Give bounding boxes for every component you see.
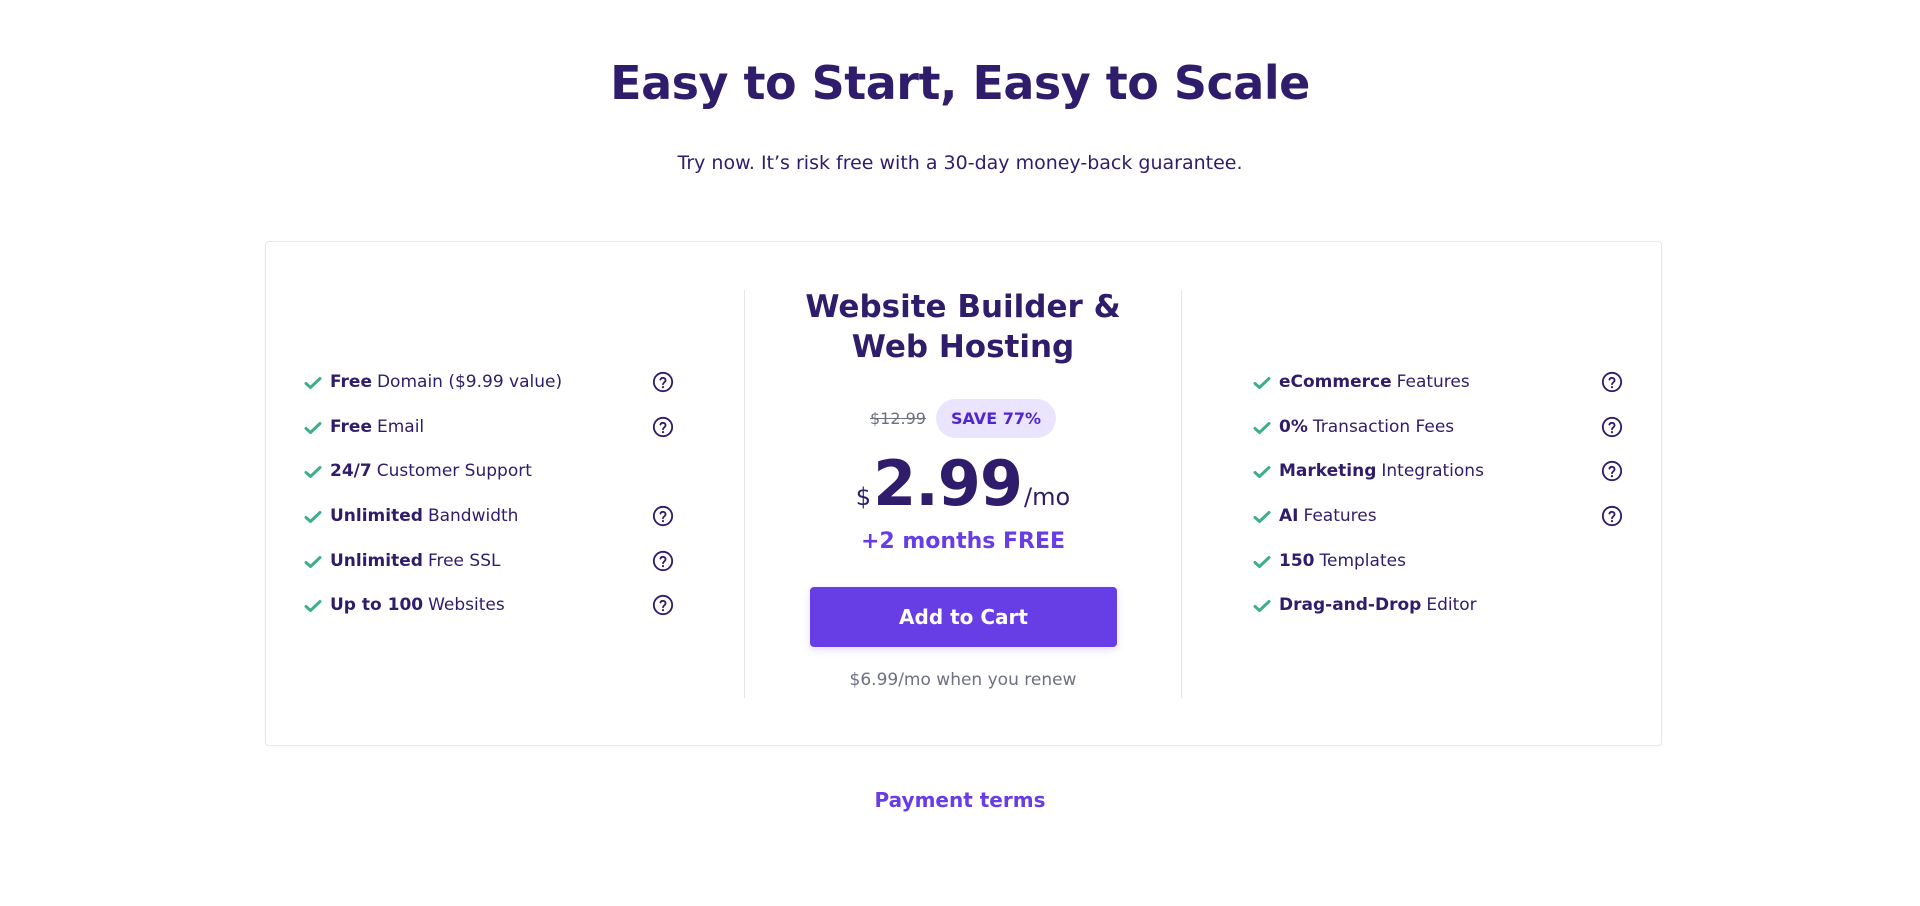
feature-text: Email	[376, 416, 425, 437]
feature-item: Free Email	[304, 405, 674, 450]
feature-highlight: AI	[1279, 506, 1299, 527]
payment-terms-link[interactable]: Payment terms	[0, 788, 1920, 812]
feature-text: Editor	[1426, 595, 1477, 616]
pricing-page: Easy to Start, Easy to Scale Try now. It…	[0, 0, 1920, 906]
feature-text: Transaction Fees	[1312, 416, 1455, 437]
feature-item: Unlimited Free SSL	[304, 538, 674, 583]
help-tooltip-icon[interactable]	[1601, 460, 1623, 482]
feature-highlight: 150	[1279, 550, 1315, 571]
check-icon	[304, 375, 322, 390]
help-tooltip-icon[interactable]	[652, 505, 674, 527]
help-tooltip-icon[interactable]	[652, 371, 674, 393]
feature-item: Unlimited Bandwidth	[304, 494, 674, 539]
feature-item: Free Domain ($9.99 value)	[304, 360, 674, 405]
bonus-months: +2 months FREE	[860, 529, 1066, 554]
check-icon	[304, 598, 322, 613]
feature-highlight: eCommerce	[1279, 372, 1392, 393]
feature-highlight: 24/7	[330, 461, 372, 482]
feature-item: 0% Transaction Fees	[1253, 405, 1623, 450]
discount-row: $12.99 SAVE 77%	[745, 399, 1181, 438]
help-tooltip-icon[interactable]	[652, 416, 674, 438]
help-tooltip-icon[interactable]	[1601, 371, 1623, 393]
check-icon	[304, 420, 322, 434]
feature-highlight: Unlimited	[330, 506, 423, 527]
feature-item: 150 Templates	[1253, 538, 1623, 583]
feature-text: Free SSL	[427, 550, 501, 571]
check-icon	[304, 509, 322, 524]
feature-highlight: Drag-and-Drop	[1279, 595, 1422, 616]
pricing-card: Free Domain ($9.99 value) Free Email 24/7 Cus…	[265, 241, 1662, 746]
feature-text: Features	[1303, 506, 1377, 527]
feature-text: Bandwidth	[427, 506, 519, 527]
feature-list-left: Free Domain ($9.99 value) Free Email 24/7 Cus…	[304, 360, 674, 628]
check-icon	[1253, 375, 1271, 390]
price-period: /mo	[1024, 483, 1071, 511]
feature-item: eCommerce Features	[1253, 360, 1623, 405]
feature-text: Templates	[1319, 550, 1406, 571]
price-amount: 2.99	[873, 447, 1023, 520]
feature-highlight: Unlimited	[330, 550, 423, 571]
feature-text: Features	[1396, 372, 1470, 393]
current-price: $ 2.99 /mo	[745, 447, 1181, 520]
feature-highlight: Marketing	[1279, 461, 1377, 482]
feature-list-right: eCommerce Features 0% Transaction Fees Marke…	[1253, 360, 1623, 628]
save-badge: SAVE 77%	[935, 399, 1056, 438]
feature-text: Customer Support	[376, 461, 532, 482]
page-subtitle: Try now. It’s risk free with a 30-day mo…	[677, 152, 1243, 174]
feature-item: Drag-and-Drop Editor	[1253, 583, 1623, 628]
feature-item: AI Features	[1253, 494, 1623, 539]
feature-text: Domain ($9.99 value)	[376, 372, 563, 393]
feature-highlight: Free	[330, 372, 372, 393]
plan-title: Website Builder & Web Hosting	[805, 289, 1121, 365]
divider-right	[1181, 290, 1182, 698]
check-icon	[1253, 464, 1271, 479]
feature-text: Integrations	[1381, 461, 1484, 482]
page-title: Easy to Start, Easy to Scale	[610, 56, 1310, 110]
check-icon	[304, 464, 322, 479]
renewal-price-note: $6.99/mo when you renew	[849, 670, 1077, 690]
help-tooltip-icon[interactable]	[1601, 505, 1623, 527]
check-icon	[1253, 554, 1271, 568]
feature-highlight: 0%	[1279, 416, 1308, 437]
feature-highlight: Free	[330, 416, 372, 437]
feature-item: Up to 100 Websites	[304, 583, 674, 628]
help-tooltip-icon[interactable]	[652, 594, 674, 616]
check-icon	[1253, 420, 1271, 434]
add-to-cart-button[interactable]: Add to Cart	[810, 587, 1117, 647]
check-icon	[304, 554, 322, 568]
feature-item: 24/7 Customer Support	[304, 449, 674, 494]
check-icon	[1253, 509, 1271, 524]
price-currency: $	[855, 483, 872, 511]
feature-item: Marketing Integrations	[1253, 449, 1623, 494]
feature-text: Websites	[428, 595, 505, 616]
help-tooltip-icon[interactable]	[652, 550, 674, 572]
help-tooltip-icon[interactable]	[1601, 416, 1623, 438]
original-price: $12.99	[870, 409, 926, 428]
check-icon	[1253, 598, 1271, 613]
feature-highlight: Up to 100	[330, 595, 424, 616]
